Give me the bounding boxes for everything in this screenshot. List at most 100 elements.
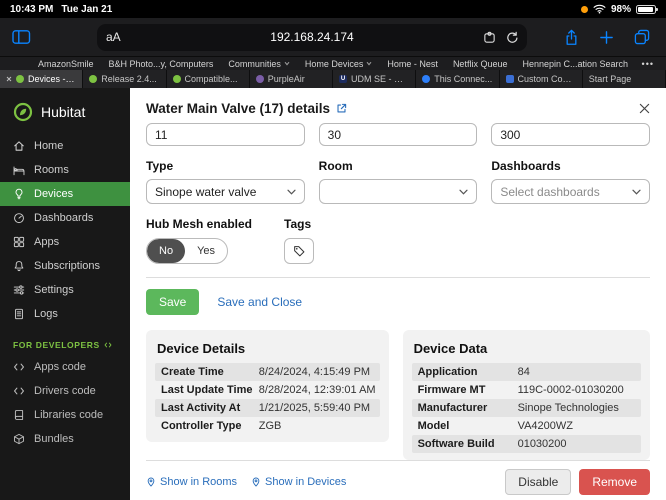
favorite-folder[interactable]: Home Devices [305,59,373,69]
close-tab-icon[interactable] [6,76,12,82]
tab-favicon [255,75,264,83]
extensions-icon[interactable] [483,31,496,44]
tab-release[interactable]: Release 2.4... [83,70,167,88]
save-and-close-link[interactable]: Save and Close [217,295,302,309]
disable-button[interactable]: Disable [505,469,572,495]
tab-compatible[interactable]: Compatible... [166,70,250,88]
tab-this-connec[interactable]: This Connec... [416,70,500,88]
for-developers-header: FOR DEVELOPERS [0,326,130,355]
favorite-bookmark[interactable]: B&H Photo...y, Computers [108,59,213,69]
table-row: Software Build 01030200 [411,435,641,453]
tags-button[interactable] [284,238,315,264]
external-link-icon[interactable] [336,103,347,114]
preference-input-3[interactable] [491,123,650,146]
sidebar-item-label: Devices [34,188,74,200]
tab-label: Release 2.4... [101,74,157,84]
chevron-down-icon [459,189,468,195]
hub-mesh-label: Hub Mesh enabled [146,217,253,231]
hub-mesh-toggle: No Yes [146,238,229,264]
sidebar-item-apps[interactable]: Apps [0,230,130,254]
favorite-bookmark[interactable]: Home - Nest [387,59,438,69]
reader-button[interactable]: aA [106,30,121,44]
tab-start-page[interactable]: Start Page [582,70,666,88]
location-pin-icon [147,477,155,487]
sidebar-item-devices[interactable]: Devices [0,182,130,206]
sidebar-item-subscriptions[interactable]: Subscriptions [0,254,130,278]
lightbulb-icon [15,188,23,200]
tags-label: Tags [284,217,312,231]
favorites-overflow-icon[interactable]: ••• [642,59,654,69]
bell-icon [14,261,24,272]
share-icon[interactable] [564,29,579,46]
url-text: 192.168.24.174 [270,30,354,44]
tab-favicon [16,75,24,83]
sidebar-item-logs[interactable]: Logs [0,302,130,326]
sidebar-item-label: Home [34,140,64,152]
sidebar-item-rooms[interactable]: Rooms [0,158,130,182]
hubitat-brand[interactable]: Hubitat [0,98,130,134]
table-row: Last Activity At 1/21/2025, 5:59:40 PM [155,399,380,417]
save-button[interactable]: Save [146,289,200,315]
sidebar-toggle-icon[interactable] [12,29,31,45]
type-select-value: Sinope water valve [155,184,257,199]
hub-mesh-no-option[interactable]: No [147,239,186,263]
preference-input-2[interactable] [318,123,478,146]
favorite-bookmark[interactable]: Netflix Queue [453,59,508,69]
divider [146,277,650,278]
sidebar-item-label: Bundles [34,433,74,445]
status-bar: 10:43 PM Tue Jan 21 98% [0,0,666,18]
show-in-rooms-link[interactable]: Show in Rooms [146,476,237,488]
table-row: Manufacturer Sinope Technologies [411,399,641,417]
tab-label: Custom Com... [517,74,576,84]
apps-grid-icon [13,236,25,248]
status-date: Tue Jan 21 [61,3,113,15]
sidebar-item-dashboards[interactable]: Dashboards [0,206,130,230]
tab-label: Compatible... [184,74,238,84]
tab-custom-com[interactable]: Custom Com... [499,70,583,88]
tab-label: Start Page [588,74,632,84]
close-icon[interactable] [639,103,650,114]
sidebar-item-label: Apps code [34,361,86,373]
remove-button[interactable]: Remove [579,469,650,495]
table-row: Last Update Time 8/28/2024, 12:39:01 AM [161,384,376,396]
tab-udm[interactable]: U UDM SE - Un... [333,70,417,88]
sidebar-item-home[interactable]: Home [0,134,130,158]
room-select[interactable] [318,179,478,204]
gauge-icon [14,213,24,224]
tab-overview-icon[interactable] [634,29,650,45]
sidebar-item-libraries-code[interactable]: Libraries code [0,403,130,427]
dashboards-select[interactable]: Select dashboards [491,179,650,204]
sidebar-item-apps-code[interactable]: Apps code [0,355,130,379]
card-title: Device Details [157,341,246,356]
hub-mesh-yes-option[interactable]: Yes [185,239,227,263]
sidebar-item-label: Subscriptions [34,260,101,272]
new-tab-plus-icon[interactable] [599,30,614,45]
table-row: Model VA4200WZ [417,420,574,432]
code-icon [14,387,24,395]
preference-input-1[interactable] [146,123,305,146]
battery-percent: 98% [610,3,631,15]
device-details-panel: Water Main Valve (17) details Type Room … [130,88,666,500]
favorite-bookmark[interactable]: Hennepin C...ation Search [522,59,628,69]
card-title: Device Data [413,341,488,356]
tab-purpleair[interactable]: PurpleAir [249,70,333,88]
brand-name: Hubitat [41,104,86,120]
favorite-bookmark[interactable]: AmazonSmile [38,59,94,69]
show-in-devices-link[interactable]: Show in Devices [251,476,346,488]
type-select[interactable]: Sinope water valve [146,179,305,204]
sidebar-item-bundles[interactable]: Bundles [0,427,130,451]
code-icon [104,342,112,348]
reload-icon[interactable] [505,31,518,44]
tab-label: UDM SE - Un... [351,74,410,84]
sidebar-item-drivers-code[interactable]: Drivers code [0,379,130,403]
dashboards-select-placeholder: Select dashboards [500,184,600,199]
address-bar[interactable]: aA 192.168.24.174 [97,23,527,51]
wifi-icon [593,4,606,14]
tab-devices[interactable]: Devices - En... [0,70,84,88]
sidebar-item-settings[interactable]: Settings [0,278,130,302]
sidebar-item-label: Settings [34,284,74,296]
favorite-folder[interactable]: Communities [228,59,290,69]
sidebar-item-label: Drivers code [34,385,96,397]
favorites-bar: AmazonSmile B&H Photo...y, Computers Com… [0,56,666,70]
tab-favicon [172,75,181,83]
